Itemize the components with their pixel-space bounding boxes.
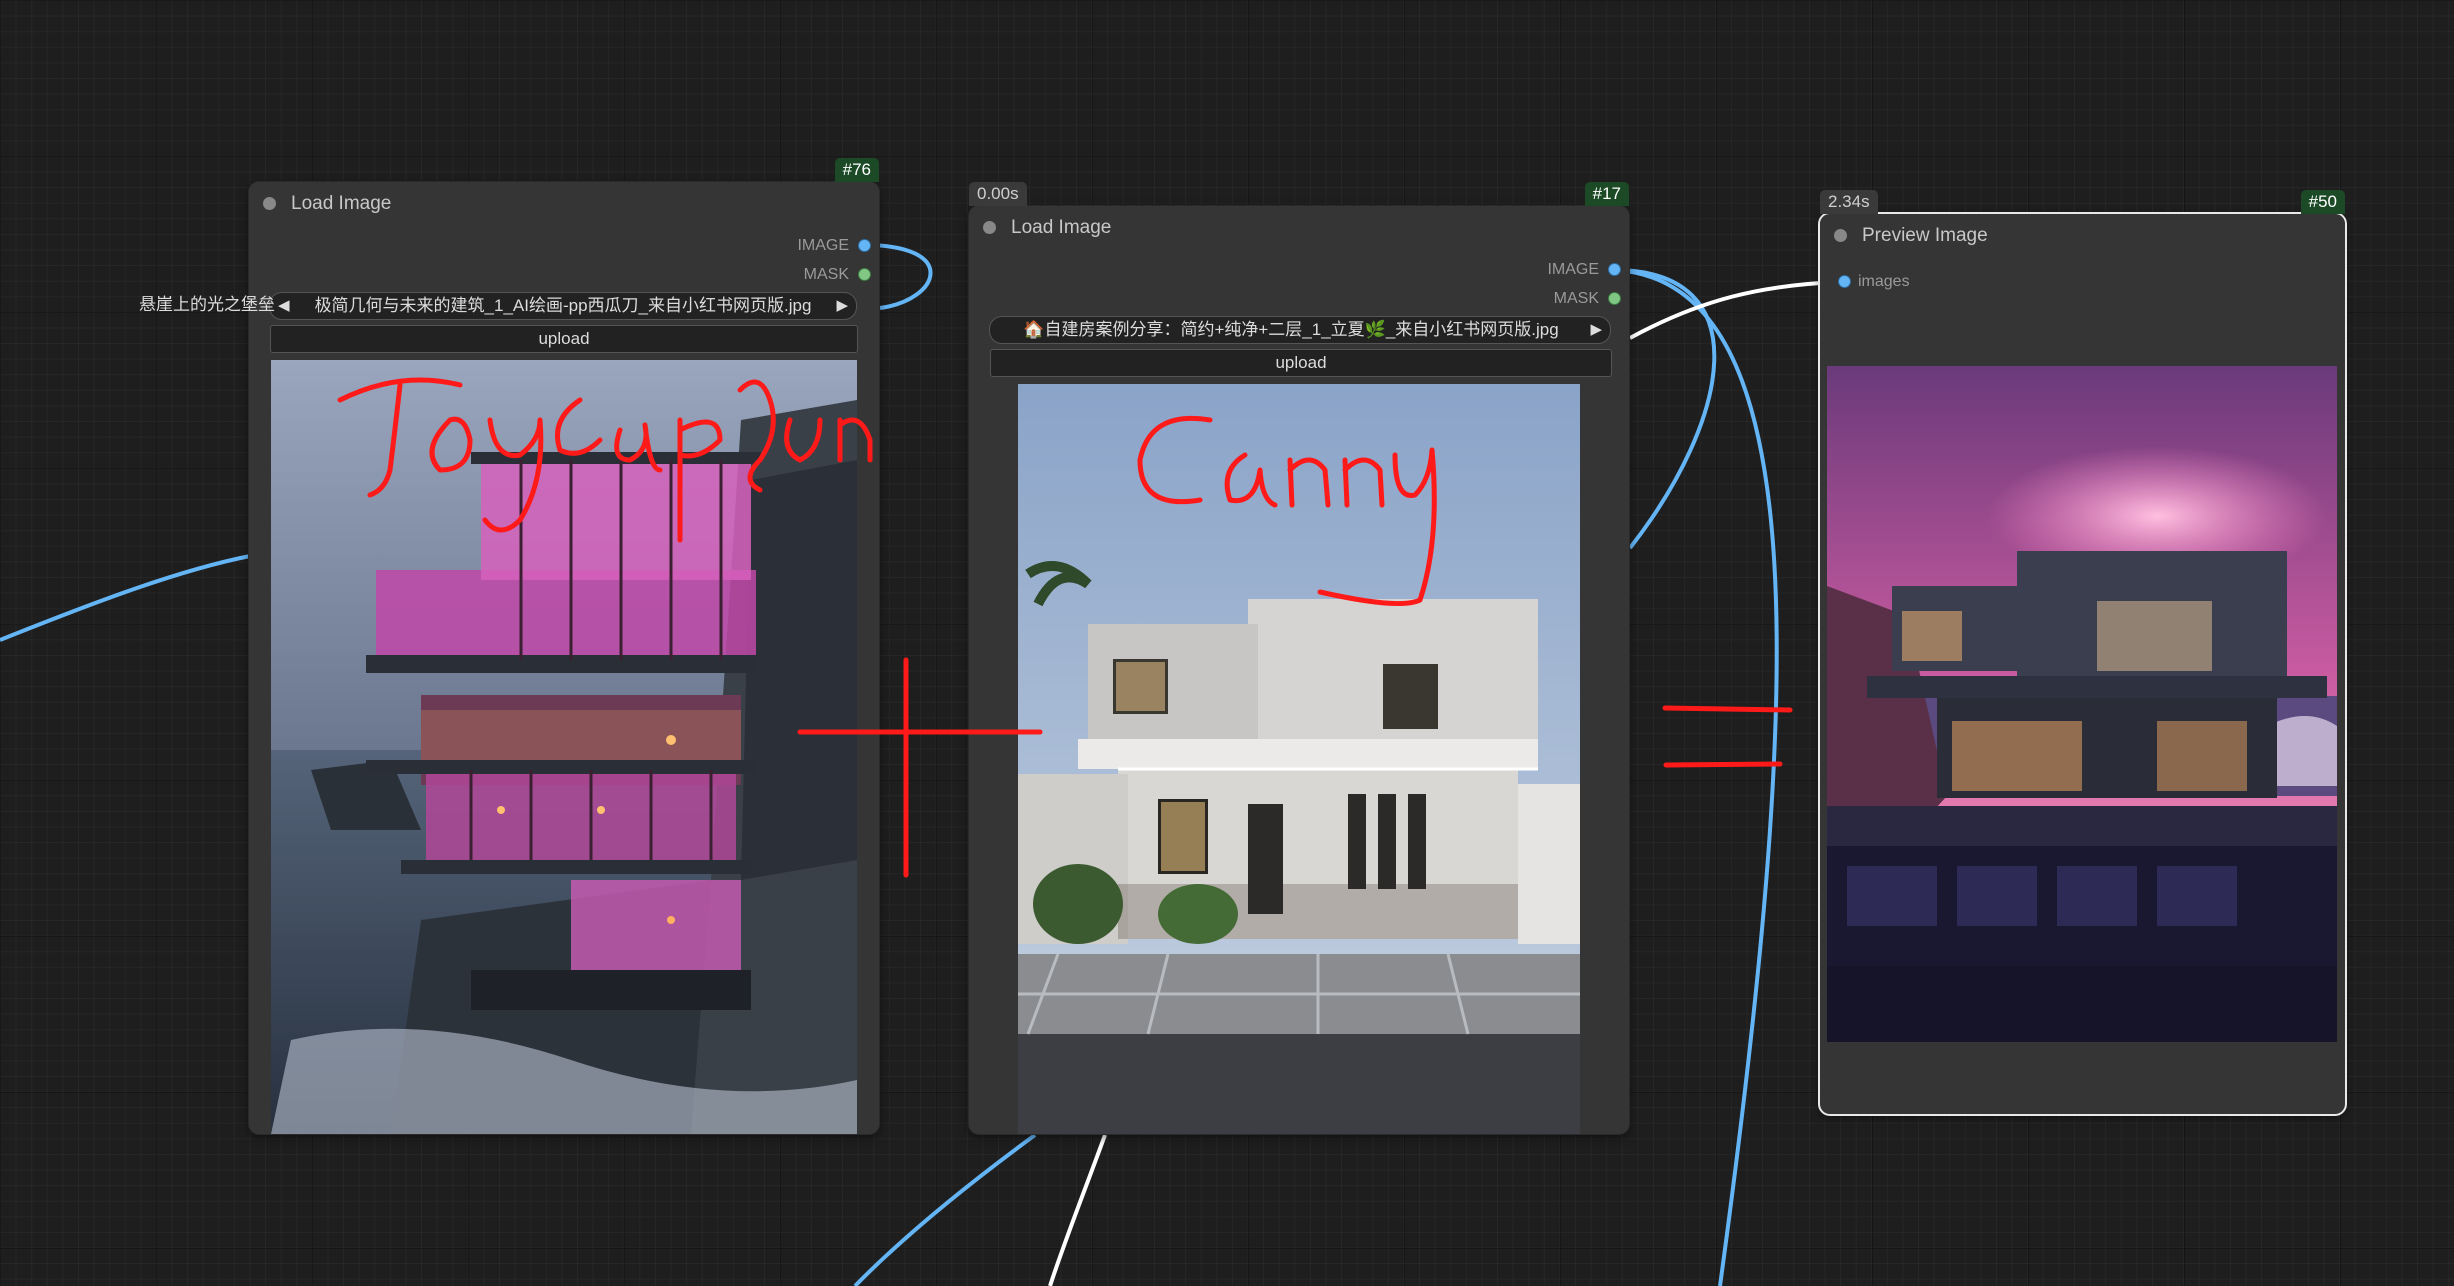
modern-house-image — [1018, 384, 1580, 1134]
input-images-slot[interactable] — [1839, 276, 1850, 287]
preview-image-node-50[interactable]: 2.34s #50 Preview Image images — [1820, 190, 2345, 1114]
node-header[interactable]: Load Image — [249, 182, 879, 224]
image-preview — [1018, 384, 1580, 1134]
collapse-toggle[interactable] — [1834, 229, 1847, 242]
cliff-house-image — [271, 360, 857, 1134]
node-id-badge: #50 — [2300, 190, 2345, 214]
output-mask-label: MASK — [1553, 290, 1599, 307]
output-image-preview — [1827, 366, 2337, 1042]
node-id-badge: #17 — [1584, 182, 1629, 206]
image-file-combo[interactable]: ◀ 极简几何与未来的建筑_1_AI绘画-pp西瓜刀_来自小红书网页版.jpg ▶ — [269, 292, 857, 320]
upload-button[interactable]: upload — [270, 325, 858, 353]
output-image-slot[interactable] — [859, 240, 870, 251]
collapse-toggle[interactable] — [983, 221, 996, 234]
load-image-node-76[interactable]: #76 Load Image IMAGE MASK ◀ 极简几何与未来的建筑_1… — [249, 158, 879, 1134]
output-mask-slot[interactable] — [1609, 293, 1620, 304]
output-image-slot[interactable] — [1609, 264, 1620, 275]
execution-time-badge: 2.34s — [1820, 190, 1878, 214]
node-id-badge: #76 — [834, 158, 879, 182]
output-image-label: IMAGE — [797, 237, 849, 254]
previous-arrow-icon[interactable]: ◀ — [278, 293, 290, 319]
generated-house-image — [1827, 366, 2337, 1042]
node-title: Preview Image — [1862, 225, 1988, 246]
output-mask-label: MASK — [803, 266, 849, 283]
node-header[interactable]: Preview Image — [1820, 214, 2345, 256]
output-image-label: IMAGE — [1547, 261, 1599, 278]
output-mask-slot[interactable] — [859, 269, 870, 280]
image-file-name: 🏠自建房案例分享：简约+纯净+二层_1_立夏🌿_来自小红书网页版.jpg — [1023, 320, 1559, 339]
image-file-combo[interactable]: 🏠自建房案例分享：简约+纯净+二层_1_立夏🌿_来自小红书网页版.jpg ▶ — [989, 316, 1611, 344]
collapse-toggle[interactable] — [263, 197, 276, 210]
node-header[interactable]: Load Image — [969, 206, 1629, 248]
node-title: Load Image — [1011, 217, 1112, 238]
upload-button[interactable]: upload — [990, 349, 1612, 377]
image-preview — [271, 360, 857, 1134]
next-arrow-icon[interactable]: ▶ — [1590, 317, 1602, 343]
execution-time-badge: 0.00s — [969, 182, 1027, 206]
image-file-name-overflow: 悬崖上的光之堡垒 — [139, 295, 275, 314]
node-title: Load Image — [291, 193, 392, 214]
load-image-node-17[interactable]: 0.00s #17 Load Image IMAGE MASK 🏠自建房案例分享… — [969, 182, 1629, 1134]
image-file-name: 极简几何与未来的建筑_1_AI绘画-pp西瓜刀_来自小红书网页版.jpg — [314, 296, 812, 315]
next-arrow-icon[interactable]: ▶ — [836, 293, 848, 319]
input-images-label: images — [1858, 273, 1910, 290]
